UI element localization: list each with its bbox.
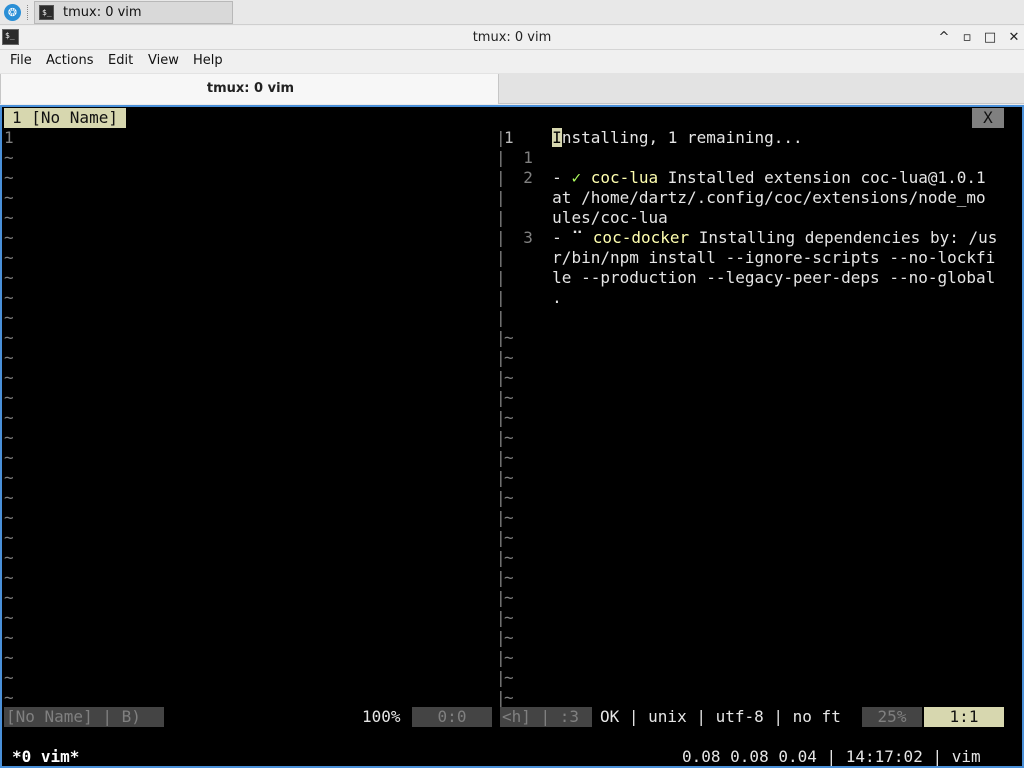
- app-launcher-icon[interactable]: ❂: [4, 4, 21, 21]
- statusline-filename: [No Name] | B): [4, 707, 164, 727]
- menu-view[interactable]: View: [148, 53, 179, 68]
- empty-line-markers: ~ ~ ~ ~ ~ ~ ~ ~ ~ ~ ~ ~ ~ ~ ~ ~ ~ ~ ~ ~ …: [4, 148, 14, 707]
- list-bullet: -: [552, 168, 572, 187]
- line-text: nstalling, 1 remaining...: [561, 128, 803, 147]
- line-number: 1: [523, 148, 533, 167]
- buffer-line: 3 - ⠉ coc-docker Installing dependencies…: [504, 228, 997, 248]
- list-bullet: -: [552, 228, 572, 247]
- buffer-line: ules/coc-lua: [504, 208, 668, 228]
- tmux-statusbar: *0 vim* 0.08 0.08 0.04 | 14:17:02 | vim: [2, 747, 1022, 766]
- close-button[interactable]: ✕: [1004, 28, 1024, 48]
- line-text: le --production --legacy-peer-deps --no-…: [552, 268, 996, 287]
- window-titlebar[interactable]: $_ tmux: 0 vim ^ ▫ □ ✕: [0, 26, 1024, 50]
- buffer-line: r/bin/npm install --ignore-scripts --no-…: [504, 248, 995, 268]
- vim-right-window[interactable]: 1 Installing, 1 remaining... 1 2 - ✓ coc…: [504, 128, 1009, 708]
- line-text: Installed extension coc-lua@1.0.1: [658, 168, 986, 187]
- cursor: I: [552, 128, 562, 147]
- buffer-line: 2 - ✓ coc-lua Installed extension coc-lu…: [504, 168, 986, 188]
- buffer-line: 1 Installing, 1 remaining...: [504, 128, 803, 148]
- extension-name: coc-docker: [592, 228, 690, 247]
- terminal-view[interactable]: 1 [No Name] X 1 ~ ~ ~ ~ ~ ~ ~ ~ ~ ~ ~ ~ …: [0, 105, 1024, 768]
- tab-bar: tmux: 0 vim: [0, 73, 1024, 104]
- extension-name: coc-lua: [590, 168, 659, 187]
- checkmark-icon: ✓: [571, 168, 582, 187]
- line-number: 1: [504, 128, 514, 147]
- spinner-icon: ⠉: [571, 228, 584, 247]
- taskbar-item-label: tmux: 0 vim: [63, 5, 142, 20]
- line-text: at /home/dartz/.config/coc/extensions/no…: [552, 188, 986, 207]
- tab-label: tmux: 0 vim: [206, 81, 295, 96]
- menu-file[interactable]: File: [10, 53, 32, 68]
- vim-left-window[interactable]: 1 ~ ~ ~ ~ ~ ~ ~ ~ ~ ~ ~ ~ ~ ~ ~ ~ ~ ~ ~ …: [4, 128, 494, 708]
- line-text: r/bin/npm install --ignore-scripts --no-…: [552, 248, 996, 267]
- line-text: Installing dependencies by: /us: [689, 228, 998, 247]
- menu-help[interactable]: Help: [193, 53, 223, 68]
- buffer-line: le --production --legacy-peer-deps --no-…: [504, 268, 995, 288]
- restore-button[interactable]: ▫: [957, 28, 977, 48]
- vim-tab-label[interactable]: 1 [No Name]: [4, 108, 126, 128]
- statusline-position: 0:0: [412, 707, 492, 727]
- window-title: tmux: 0 vim: [472, 30, 552, 45]
- menu-actions[interactable]: Actions: [46, 53, 94, 68]
- tmux-window-label[interactable]: *0 vim*: [12, 747, 79, 766]
- menu-bar: File Actions Edit View Help: [0, 50, 1024, 73]
- statusline-mode-info: <h] | :3: [500, 707, 592, 727]
- empty-line-markers: ~ ~ ~ ~ ~ ~ ~ ~ ~ ~ ~ ~ ~ ~ ~ ~ ~ ~ ~: [504, 328, 514, 707]
- vim-tab-close-button[interactable]: X: [972, 108, 1004, 128]
- taskbar-separator: [27, 5, 29, 20]
- tmux-status-right: 0.08 0.08 0.04 | 14:17:02 | vim: [682, 747, 981, 766]
- maximize-button[interactable]: □: [980, 28, 1000, 48]
- terminal-icon: $_: [39, 5, 54, 20]
- buffer-line: .: [504, 288, 562, 308]
- taskbar: ❂ $_ tmux: 0 vim: [0, 0, 1024, 25]
- line-text: ules/coc-lua: [552, 208, 668, 227]
- taskbar-item-tmux[interactable]: $_ tmux: 0 vim: [34, 1, 233, 24]
- menu-edit[interactable]: Edit: [108, 53, 133, 68]
- statusline-percent: 25%: [862, 707, 922, 727]
- vim-statusline: [No Name] | B) 100% 0:0 <h] | :3 OK | un…: [2, 707, 1022, 727]
- line-text: .: [552, 288, 562, 307]
- statusline-encoding: OK | unix | utf-8 | no ft: [600, 707, 841, 726]
- buffer-line: 1: [504, 148, 533, 168]
- statusline-percent: 100%: [362, 707, 401, 726]
- minimize-button[interactable]: ^: [934, 28, 954, 48]
- statusline-position: 1:1: [924, 707, 1004, 727]
- buffer-line: at /home/dartz/.config/coc/extensions/no…: [504, 188, 986, 208]
- line-number: 2: [523, 168, 533, 187]
- tab-tmux[interactable]: tmux: 0 vim: [0, 74, 499, 104]
- line-number: 3: [523, 228, 533, 247]
